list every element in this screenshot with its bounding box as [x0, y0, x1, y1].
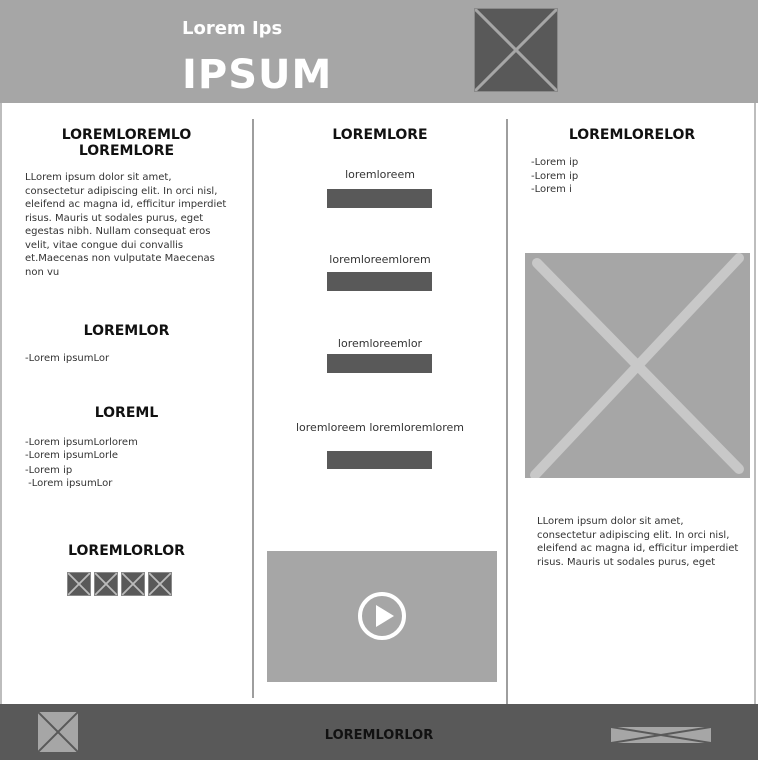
image-placeholder-icon — [94, 572, 118, 596]
column-divider — [506, 119, 508, 704]
left-section1-title-line: LOREMLORE — [78, 143, 175, 159]
image-placeholder-icon — [525, 253, 750, 480]
right-title: LOREMLORELOR — [568, 127, 696, 143]
left-section1-title: LOREMLOREMLO LOREMLORE — [20, 127, 233, 159]
left-section3-title: LOREML — [94, 405, 159, 421]
list-item: -Lorem i — [531, 184, 572, 195]
left-section2-title: LOREMLOR — [83, 323, 170, 339]
body-line: non vu — [25, 266, 60, 278]
body-line: LLorem ipsum dolor sit amet, — [25, 172, 172, 183]
field-label: loremloreemlorem — [329, 253, 431, 266]
right-list: -Lorem ip -Lorem ip -Lorem i — [531, 156, 578, 197]
header-bar: Lorem Ips IPSUM — [0, 0, 758, 103]
middle-title: LOREMLORE — [332, 127, 428, 143]
body-line: consectetur adipiscing elit. In orci nis… — [537, 529, 730, 541]
field-label: loremloreem — [345, 168, 415, 181]
body-line: consectetur adipiscing elit. In orci nis… — [25, 185, 218, 197]
left-section1-body: LLorem ipsum dolor sit amet, consectetur… — [25, 171, 240, 279]
list-item: -Lorem ip — [25, 465, 73, 476]
left-section4-title: LOREMLORLOR — [68, 543, 185, 559]
header-logo-image-placeholder-icon — [474, 8, 558, 92]
body-line: LLorem ipsum dolor sit amet, — [537, 516, 684, 527]
left-section1-title-line: LOREMLOREMLO — [61, 127, 192, 143]
list-item: -Lorem ipsumLorlorem — [25, 437, 138, 448]
image-placeholder-icon — [610, 726, 712, 744]
body-line: risus. Mauris ut sodales purus, eget — [537, 556, 716, 568]
header-title: IPSUM — [182, 52, 333, 98]
body-line: egestas nibh. Nullam consequat eros — [25, 226, 211, 237]
column-divider — [252, 119, 254, 698]
list-item: -Lorem ip — [531, 157, 579, 168]
body-line: velit, vitae congue dui convallis — [25, 239, 184, 251]
image-placeholder-icon — [148, 572, 172, 596]
image-placeholder-icon — [67, 572, 91, 596]
thumbnail-strip — [63, 570, 175, 598]
header-subtitle: Lorem Ips — [182, 18, 283, 39]
right-body: LLorem ipsum dolor sit amet, consectetur… — [537, 515, 752, 569]
list-item: -Lorem ipsumLor — [25, 478, 113, 489]
list-item: -Lorem ip — [531, 170, 579, 182]
field-label: loremloreem loremloremlorem — [295, 421, 464, 434]
footer-bar: LOREMLORLOR — [0, 704, 758, 760]
input-field[interactable] — [327, 451, 432, 469]
body-line: risus. Mauris ut sodales purus, eget — [25, 212, 204, 224]
image-placeholder-icon — [121, 572, 145, 596]
body-line: et.Maecenas non vulputate Maecenas — [25, 253, 215, 264]
play-icon[interactable] — [357, 591, 407, 641]
input-field[interactable] — [327, 189, 432, 208]
left-section3-list: -Lorem ipsumLorlorem -Lorem ipsumLorle -… — [25, 436, 138, 490]
video-player[interactable] — [267, 551, 497, 682]
input-field[interactable] — [327, 354, 432, 373]
list-item: -Lorem ipsumLorle — [25, 450, 119, 461]
input-field[interactable] — [327, 272, 432, 291]
body-line: eleifend ac magna id, efficitur imperdie… — [537, 543, 739, 554]
field-label: loremloreemlor — [337, 337, 423, 350]
body-line: eleifend ac magna id, efficitur imperdie… — [25, 199, 227, 210]
left-section2-item: -Lorem ipsumLor — [25, 353, 110, 364]
